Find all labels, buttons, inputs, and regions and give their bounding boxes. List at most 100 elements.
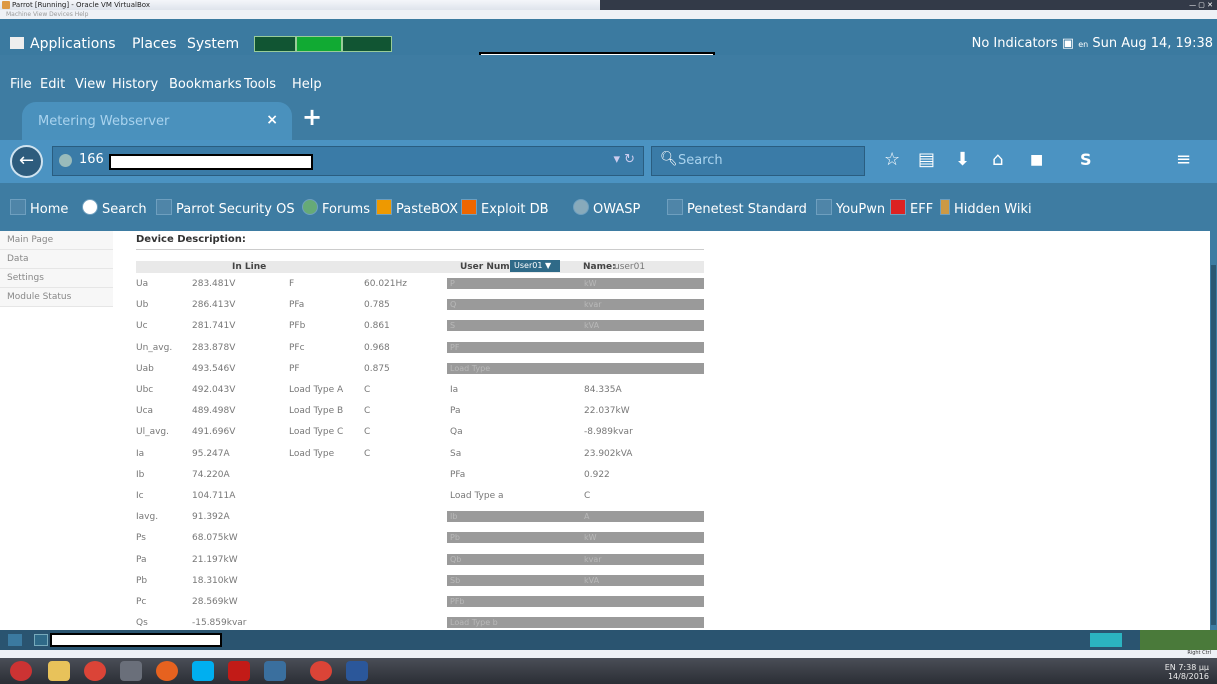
hidden-wiki-icon xyxy=(940,199,950,215)
menu-bookmarks[interactable]: Bookmarks xyxy=(169,77,242,92)
tray-language[interactable]: EN xyxy=(1165,663,1176,672)
workspace-preview[interactable] xyxy=(1140,630,1217,650)
user-num-select[interactable]: User01 ▼ xyxy=(510,260,560,272)
bookmark-star-icon[interactable]: ☆ xyxy=(884,150,900,170)
folder-icon xyxy=(10,199,26,215)
hamburger-menu-icon[interactable]: ≡ xyxy=(1176,150,1191,170)
menu-view[interactable]: View xyxy=(75,77,106,92)
tray-date[interactable]: 14/8/2016 xyxy=(1168,672,1209,681)
back-button[interactable]: ← xyxy=(10,145,43,178)
close-tab-icon[interactable]: × xyxy=(266,112,278,128)
bookmark-parrot-security-os[interactable]: Parrot Security OS xyxy=(156,199,295,217)
web-page: Main Page Data Settings Module Status De… xyxy=(0,231,1210,630)
start-button-icon[interactable] xyxy=(10,661,32,681)
places-menu[interactable]: Places xyxy=(132,36,177,52)
row-value: 104.711A xyxy=(192,491,236,501)
nav-module-status[interactable]: Module Status xyxy=(0,288,113,307)
name-label: Name: xyxy=(583,262,616,272)
bookmark-forums[interactable]: Forums xyxy=(302,199,370,217)
redacted-url xyxy=(109,154,313,170)
tray-time[interactable]: 7:38 μμ xyxy=(1178,663,1209,672)
row-label: Qb xyxy=(450,554,462,564)
device-description-heading: Device Description: xyxy=(136,234,246,245)
reading-list-icon[interactable]: ▤ xyxy=(918,150,935,170)
mail-icon[interactable] xyxy=(120,661,142,681)
bookmark-hidden-wiki[interactable]: Hidden Wiki xyxy=(940,199,1032,217)
row-unit: kW xyxy=(584,279,597,288)
keyboard-lang[interactable]: en xyxy=(1078,40,1088,49)
row-label: S xyxy=(450,321,456,331)
site-identity-icon[interactable] xyxy=(59,154,72,167)
nav-main-page[interactable]: Main Page xyxy=(0,231,113,250)
menu-tools[interactable]: Tools xyxy=(244,77,276,92)
exploit-db-icon xyxy=(461,199,477,215)
row-value: 23.902kVA xyxy=(584,448,633,459)
extension-icon[interactable]: ■ xyxy=(1030,150,1043,170)
addon-s-icon[interactable]: S xyxy=(1080,150,1092,170)
acrobat-icon[interactable] xyxy=(228,661,250,681)
window-list-icon[interactable] xyxy=(34,634,48,646)
bookmark-pastebox[interactable]: PasteBOX xyxy=(376,199,458,217)
tab-metering-webserver[interactable]: Metering Webserver × xyxy=(22,102,292,140)
row-label: PFb xyxy=(289,321,306,332)
workspace-switcher[interactable] xyxy=(1090,633,1122,647)
row-value: 281.741V xyxy=(192,321,236,332)
vbox-menu-bar[interactable]: Machine View Devices Help xyxy=(0,10,1217,19)
row-label: PFa xyxy=(289,300,305,311)
virtualbox-taskbar-icon[interactable] xyxy=(264,661,286,681)
row-label: Load Type xyxy=(289,448,335,459)
system-tray[interactable]: EN 7:38 μμ 14/8/2016 xyxy=(1165,663,1209,681)
skype-icon[interactable] xyxy=(192,661,214,681)
bookmark-exploit-db[interactable]: Exploit DB xyxy=(461,199,549,217)
bookmark-search[interactable]: Search xyxy=(82,199,147,217)
row-value: -8.989kvar xyxy=(584,427,633,438)
window-controls[interactable]: — ▢ ✕ xyxy=(1157,0,1213,10)
nav-settings[interactable]: Settings xyxy=(0,269,113,288)
bookmark-youpwn[interactable]: YouPwn xyxy=(816,199,885,217)
row-label: Ua xyxy=(136,279,149,289)
bookmark-penetest-standard[interactable]: Penetest Standard xyxy=(667,199,807,217)
bookmark-eff[interactable]: EFF xyxy=(890,199,933,217)
show-desktop-icon[interactable] xyxy=(8,634,22,646)
row-label: PF xyxy=(450,342,460,352)
owasp-icon xyxy=(573,199,589,215)
bookmark-home[interactable]: Home xyxy=(10,199,68,217)
nav-data[interactable]: Data xyxy=(0,250,113,269)
chrome-icon[interactable] xyxy=(84,661,106,681)
chrome-2-icon[interactable] xyxy=(310,661,332,681)
row-label: Ubc xyxy=(136,385,154,395)
scrollbar-thumb[interactable] xyxy=(1211,265,1216,625)
vbox-title-bar: Parrot [Running] - Oracle VM VirtualBox … xyxy=(0,0,1217,10)
row-label: Pa xyxy=(136,554,147,565)
file-explorer-icon[interactable] xyxy=(48,661,70,681)
bookmark-owasp[interactable]: OWASP xyxy=(573,199,640,217)
menu-edit[interactable]: Edit xyxy=(40,77,65,92)
row-unit: kvar xyxy=(584,554,602,564)
row-label: Ps xyxy=(136,533,146,544)
firefox-icon[interactable] xyxy=(156,661,178,681)
search-bar[interactable]: 🔍︎ Search xyxy=(651,146,865,176)
row-value: -15.859kvar xyxy=(192,618,247,629)
firefox-menu-bar: File Edit View History Bookmarks Tools H… xyxy=(0,55,1217,95)
url-bar[interactable]: 166 ▾ ↻ xyxy=(52,146,644,176)
menu-file[interactable]: File xyxy=(10,77,32,92)
url-text: 166 xyxy=(79,152,104,167)
menu-help[interactable]: Help xyxy=(292,77,322,92)
home-icon[interactable]: ⌂ xyxy=(992,150,1003,170)
new-tab-button[interactable]: + xyxy=(302,103,322,131)
vbox-status-bar: Right Ctrl xyxy=(0,650,1217,658)
system-menu[interactable]: System xyxy=(187,36,239,52)
downloads-icon[interactable]: ⬇ xyxy=(955,150,970,170)
row-value: 283.878V xyxy=(192,342,236,353)
applications-menu[interactable]: Applications xyxy=(10,36,122,52)
indicators-label[interactable]: No Indicators xyxy=(972,36,1058,51)
row-value: 0.968 xyxy=(364,342,390,353)
reload-icon[interactable]: ▾ ↻ xyxy=(613,152,635,167)
grey-row-bar: SkVA xyxy=(447,320,704,332)
row-label: PF xyxy=(289,363,300,374)
clock[interactable]: Sun Aug 14, 19:38 xyxy=(1092,36,1213,51)
menu-history[interactable]: History xyxy=(112,77,158,92)
display-icon[interactable]: ▣ xyxy=(1062,36,1074,51)
row-value: C xyxy=(364,385,371,395)
word-icon[interactable] xyxy=(346,661,368,681)
